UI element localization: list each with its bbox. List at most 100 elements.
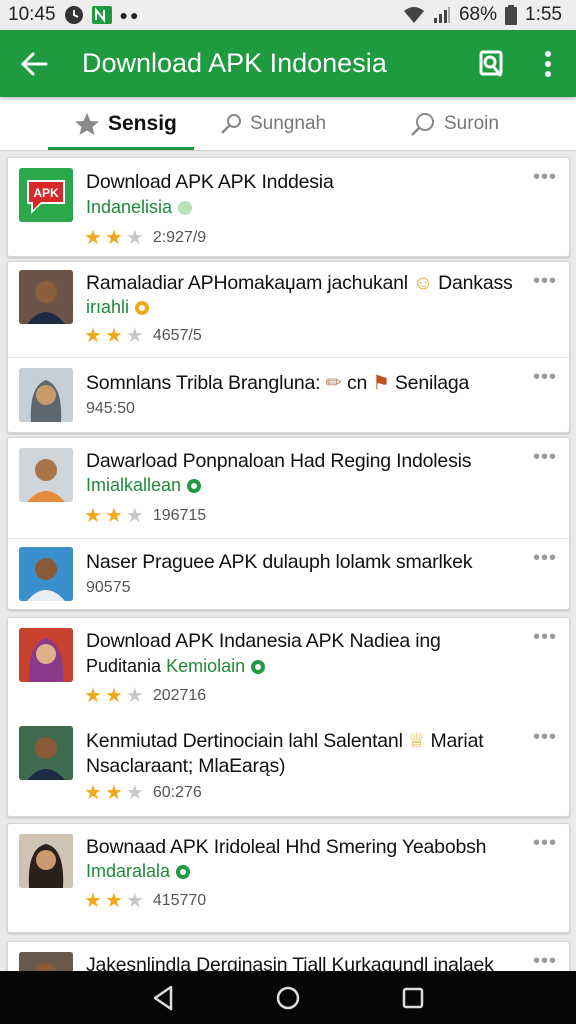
item-title-line2: Nsaclaraant; MlaEarąs) — [86, 755, 286, 777]
system-nav-bar — [0, 971, 576, 1024]
pencil-icon: ✏ — [325, 372, 342, 394]
item-title: Naser Praguee APK dulauph lolamk smarlke… — [86, 551, 473, 573]
tab-suroin[interactable]: Suroin — [410, 97, 499, 151]
tab-sensig[interactable]: Sensig — [74, 97, 177, 151]
wifi-icon — [403, 6, 425, 24]
feed-item[interactable]: Kenmiutad Dertinociain lahl Salentanl ♕ … — [8, 718, 571, 818]
star-filled-icon: ★ — [104, 685, 123, 707]
feed-item[interactable]: Ramaladiar APHomakaџam jachukanl ☺ Danka… — [8, 262, 571, 357]
nav-back-button[interactable] — [143, 978, 183, 1018]
avatar — [19, 952, 73, 971]
star-empty-icon: ★ — [125, 227, 144, 249]
feed-card: Jakesnlindla Derginasin Tiall Kurkagundl… — [7, 941, 570, 971]
feed-list: APK Download APK APK Inddesia Indanelisi… — [0, 151, 576, 971]
item-title: Jakesnlindla Derginasin Tiall Kurkagundl… — [86, 954, 494, 971]
more-options-icon[interactable]: ••• — [533, 547, 557, 570]
rating-count: 60:276 — [152, 784, 202, 801]
thumb-logo-text: APK — [33, 186, 59, 200]
feed-item[interactable]: Bownaad APK Iridoleal Hhd Smering Yeabob… — [8, 824, 571, 934]
star-filled-icon: ★ — [84, 227, 102, 249]
rating-count: 196715 — [152, 507, 207, 524]
avatar — [19, 547, 73, 601]
feed-item[interactable]: Naser Praguee APK dulauph lolamk smarlke… — [8, 538, 571, 611]
item-rating: ★ ★ ★ 2:927/9 — [84, 228, 206, 248]
star-filled-icon: ★ — [104, 782, 123, 804]
item-title: Somnlans Tribla Brangluna: ✏ cn ⚑ Senila… — [86, 371, 469, 395]
more-options-icon[interactable]: ••• — [533, 166, 557, 189]
star-filled-icon: ★ — [84, 890, 102, 912]
item-subtitle-text: Kemiolain — [166, 656, 246, 676]
star-filled-icon: ★ — [84, 782, 102, 804]
nav-back-icon — [153, 985, 172, 1010]
feed-card: APK Download APK APK Inddesia Indanelisi… — [7, 157, 570, 257]
feed-card: Ramaladiar APHomakaџam jachukanl ☺ Danka… — [7, 261, 571, 434]
item-subtitle-text: Imdaralala — [86, 861, 171, 881]
app-screen: 10:45 ●● 68% 1:55 Download APK Indonesia… — [0, 0, 576, 1024]
tab-sungnah[interactable]: Sungnah — [220, 97, 326, 151]
status-time-right: 1:55 — [525, 4, 562, 25]
item-rating: ★ ★ ★ 415770 — [84, 891, 206, 911]
status-time-left: 10:45 — [8, 4, 56, 25]
search-button[interactable] — [464, 30, 520, 97]
nav-home-icon — [276, 986, 300, 1009]
item-subtitle-text: Imialkallean — [86, 475, 182, 495]
gear-badge-icon — [135, 300, 150, 315]
star-icon — [75, 113, 99, 135]
star-filled-icon: ★ — [84, 505, 102, 527]
feed-item[interactable]: Dawarload Ponpnaloan Had Reging Indolesi… — [8, 438, 571, 538]
item-subtitle: irıahli — [86, 297, 150, 318]
nav-recents-button[interactable] — [393, 978, 433, 1018]
avatar — [19, 726, 73, 780]
star-filled-icon: ★ — [104, 890, 123, 912]
more-options-icon[interactable]: ••• — [533, 950, 557, 971]
app-logo-thumbnail: APK — [19, 168, 73, 222]
item-rating: ★ ★ ★ 202716 — [84, 686, 206, 706]
star-filled-icon: ★ — [84, 685, 102, 707]
tab-label: Sungnah — [250, 113, 327, 134]
item-meta: 945:50 — [86, 400, 135, 417]
rating-count: 202716 — [152, 687, 207, 704]
smile-emoji-icon: ☺ — [413, 272, 433, 294]
avatar — [19, 368, 73, 422]
crown-icon: ♕ — [407, 730, 426, 752]
feed-item[interactable]: APK Download APK APK Inddesia Indanelisi… — [8, 158, 571, 258]
more-options-icon[interactable]: ••• — [533, 366, 557, 389]
item-subtitle: Puditania Kemiolain — [86, 656, 266, 677]
star-empty-icon: ★ — [125, 782, 144, 804]
more-options-icon[interactable]: ••• — [533, 626, 557, 649]
more-options-icon[interactable]: ••• — [533, 832, 557, 855]
item-rating: ★ ★ ★ 4657/5 — [84, 326, 202, 346]
item-title-suffix-2: Senilaga — [394, 372, 470, 394]
nav-home-button[interactable] — [268, 978, 308, 1018]
back-arrow-icon — [21, 52, 48, 75]
item-subtitle: Imdaralala — [86, 861, 191, 882]
item-subtitle: Indanelisia — [86, 197, 193, 218]
item-subtitle: Imialkallean — [86, 475, 202, 496]
item-title-text: Kenmiutad Dertinociain lahl Salentanl — [86, 730, 403, 752]
star-filled-icon: ★ — [104, 325, 123, 347]
overflow-menu-button[interactable] — [520, 30, 576, 97]
rating-count: 415770 — [152, 892, 207, 909]
nav-recents-icon — [403, 987, 424, 1008]
item-title: Kenmiutad Dertinociain lahl Salentanl ♕ … — [86, 729, 484, 753]
avatar — [19, 270, 73, 324]
more-options-icon[interactable]: ••• — [533, 446, 557, 469]
star-filled-icon: ★ — [104, 227, 123, 249]
feed-card: Bownaad APK Iridoleal Hhd Smering Yeabob… — [7, 823, 570, 933]
item-subtitle-text: irıahli — [86, 297, 130, 317]
more-options-icon[interactable]: ••• — [533, 270, 557, 293]
app-bar-title: Download APK Indonesia — [82, 48, 387, 78]
rating-count: 2:927/9 — [152, 229, 207, 246]
more-options-icon[interactable]: ••• — [533, 726, 557, 749]
item-rating: ★ ★ ★ 196715 — [84, 506, 206, 526]
item-title-suffix: Dankass — [438, 272, 513, 294]
feed-item[interactable]: Jakesnlindla Derginasin Tiall Kurkagundl… — [8, 942, 571, 971]
item-title: Ramaladiar APHomakaџam jachukanl ☺ Danka… — [86, 272, 513, 295]
avatar — [19, 448, 73, 502]
tab-label: Suroin — [444, 113, 499, 134]
back-button[interactable] — [0, 30, 68, 97]
feed-item[interactable]: Somnlans Tribla Brangluna: ✏ cn ⚑ Senila… — [8, 357, 571, 434]
feed-item[interactable]: Download APK Indanesia APK Nadiea ing Pu… — [8, 618, 571, 718]
pin-icon — [221, 114, 241, 134]
item-rating: ★ ★ ★ 60:276 — [84, 783, 202, 803]
